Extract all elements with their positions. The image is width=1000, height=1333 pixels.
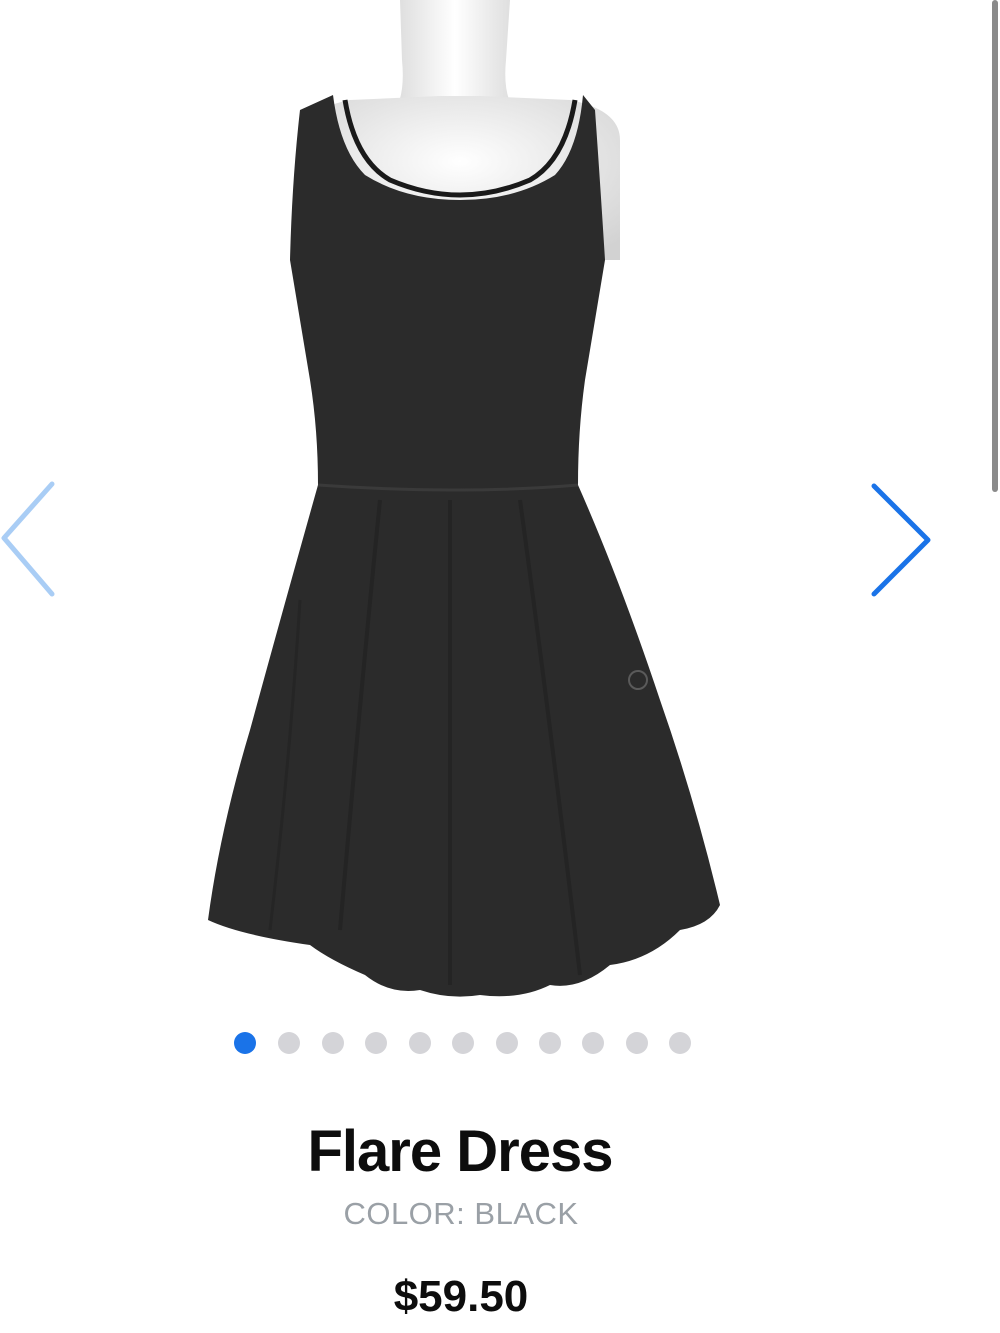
carousel-pagination: [0, 1032, 1000, 1056]
chevron-right-icon: [871, 483, 931, 597]
pagination-dot-4[interactable]: [365, 1032, 387, 1054]
pagination-dot-10[interactable]: [626, 1032, 648, 1054]
pagination-dot-11[interactable]: [669, 1032, 691, 1054]
image-carousel[interactable]: [0, 0, 1000, 1010]
pagination-dot-2[interactable]: [278, 1032, 300, 1054]
pagination-dot-9[interactable]: [582, 1032, 604, 1054]
pagination-dot-6[interactable]: [452, 1032, 474, 1054]
dress-on-mannequin-image: [208, 0, 720, 997]
chevron-left-icon: [1, 481, 55, 597]
pagination-dot-1[interactable]: [234, 1032, 256, 1054]
pagination-dot-5[interactable]: [409, 1032, 431, 1054]
product-image[interactable]: [150, 0, 770, 1010]
product-title: Flare Dress: [307, 1119, 614, 1184]
product-color-label: COLOR: BLACK: [343, 1196, 579, 1231]
pagination-dot-3[interactable]: [322, 1032, 344, 1054]
product-page: Flare Dress COLOR: BLACK $59.50: [0, 0, 1000, 1333]
previous-image-button[interactable]: [0, 480, 70, 604]
pagination-dot-8[interactable]: [539, 1032, 561, 1054]
next-image-button[interactable]: [862, 480, 932, 604]
product-price: $59.50: [393, 1272, 529, 1321]
pagination-dot-7[interactable]: [496, 1032, 518, 1054]
